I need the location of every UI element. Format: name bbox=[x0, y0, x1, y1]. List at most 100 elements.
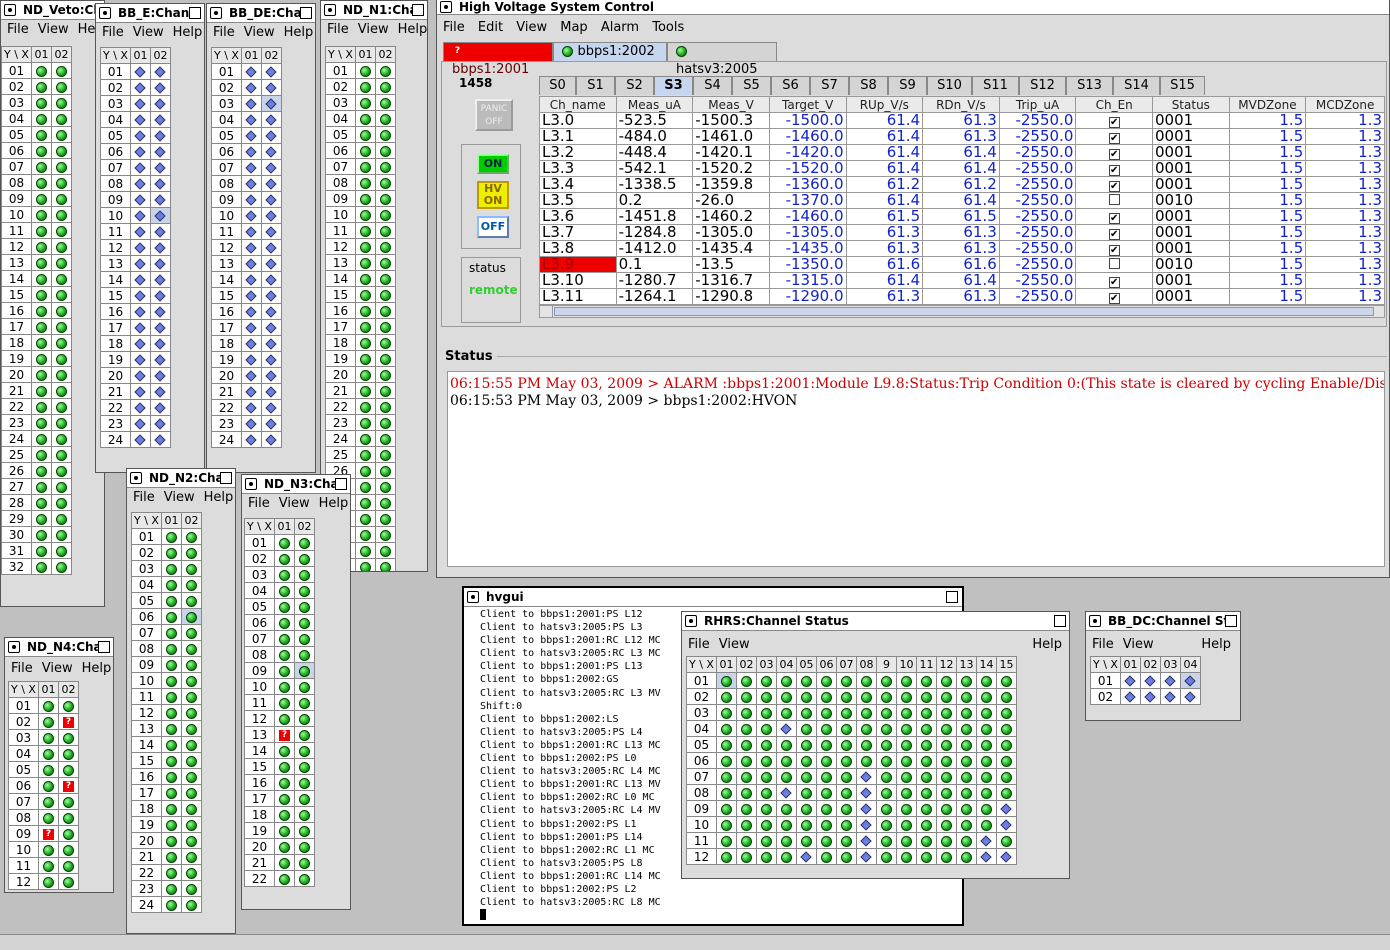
value-cell[interactable]: 0001 bbox=[1152, 272, 1230, 289]
channel-cell[interactable] bbox=[815, 752, 837, 769]
channel-cell[interactable] bbox=[815, 848, 837, 865]
channel-cell[interactable] bbox=[875, 848, 897, 865]
menu-file[interactable]: File bbox=[443, 20, 465, 35]
channel-cell[interactable] bbox=[935, 800, 957, 817]
channel-cell[interactable] bbox=[715, 672, 737, 689]
channel-cell[interactable] bbox=[354, 350, 376, 367]
value-cell[interactable]: -1264.1 bbox=[615, 288, 694, 305]
value-cell[interactable]: -1290.0 bbox=[768, 288, 847, 305]
value-cell[interactable]: -2550.0 bbox=[998, 288, 1077, 305]
channel-cell[interactable] bbox=[180, 544, 202, 561]
channel-cell[interactable] bbox=[815, 688, 837, 705]
channel-cell[interactable] bbox=[129, 207, 151, 224]
value-cell[interactable]: -1370.0 bbox=[768, 192, 847, 209]
channel-cell[interactable] bbox=[374, 446, 396, 463]
channel-cell[interactable] bbox=[293, 614, 315, 631]
channel-cell[interactable] bbox=[374, 302, 396, 319]
value-cell[interactable]: -1435.0 bbox=[768, 240, 847, 257]
enable-checkbox[interactable]: ✔ bbox=[1108, 292, 1120, 304]
channel-cell[interactable] bbox=[975, 752, 997, 769]
channel-name-cell[interactable]: L3.8 bbox=[539, 240, 617, 257]
maximize-icon[interactable] bbox=[1225, 615, 1237, 627]
value-cell[interactable]: -1338.5 bbox=[615, 176, 694, 193]
tab-bbps1-2002[interactable]: bbps1:2002 bbox=[553, 42, 667, 61]
channel-row[interactable]: L3.2 -448.4 -1420.1 -1420.0 61.4 61.4 -2550.0 ✔… bbox=[539, 144, 1385, 161]
channel-cell[interactable] bbox=[354, 110, 376, 127]
channel-cell[interactable] bbox=[293, 758, 315, 775]
channel-cell[interactable] bbox=[260, 79, 282, 96]
maximize-icon[interactable] bbox=[335, 478, 347, 490]
channel-cell[interactable] bbox=[374, 382, 396, 399]
channel-cell[interactable] bbox=[273, 534, 295, 551]
channel-cell[interactable] bbox=[955, 688, 977, 705]
channel-cell[interactable] bbox=[775, 800, 797, 817]
channel-cell[interactable] bbox=[955, 736, 977, 753]
channel-cell[interactable] bbox=[735, 672, 757, 689]
channel-cell[interactable] bbox=[955, 768, 977, 785]
channel-cell[interactable] bbox=[1159, 672, 1181, 689]
channel-cell[interactable] bbox=[975, 800, 997, 817]
value-cell[interactable]: 1.5 bbox=[1228, 224, 1307, 241]
channel-cell[interactable] bbox=[935, 832, 957, 849]
channel-cell[interactable] bbox=[160, 640, 182, 657]
channel-cell[interactable] bbox=[57, 809, 79, 826]
channel-cell[interactable] bbox=[354, 206, 376, 223]
channel-cell[interactable] bbox=[129, 255, 151, 272]
channel-cell[interactable] bbox=[354, 126, 376, 143]
channel-cell[interactable] bbox=[260, 351, 282, 368]
menu-edit[interactable]: Edit bbox=[478, 20, 503, 35]
channel-row[interactable]: L3.7 -1284.8 -1305.0 -1305.0 61.3 61.3 -2550.0… bbox=[539, 224, 1385, 241]
value-cell[interactable]: -2550.0 bbox=[998, 128, 1077, 145]
value-cell[interactable]: 0001 bbox=[1152, 160, 1230, 177]
channel-cell[interactable] bbox=[180, 592, 202, 609]
channel-cell[interactable] bbox=[374, 286, 396, 303]
channel-cell[interactable] bbox=[57, 841, 79, 858]
channel-cell[interactable] bbox=[57, 745, 79, 762]
channel-cell[interactable] bbox=[755, 672, 777, 689]
menu-file[interactable]: File bbox=[248, 496, 270, 511]
channel-cell[interactable] bbox=[374, 238, 396, 255]
channel-cell[interactable] bbox=[935, 720, 957, 737]
value-cell[interactable]: 61.4 bbox=[845, 112, 924, 129]
channel-enable-cell[interactable]: ✔ bbox=[1075, 128, 1153, 145]
value-cell[interactable]: 61.4 bbox=[845, 192, 924, 209]
channel-cell[interactable] bbox=[1139, 672, 1161, 689]
channel-cell[interactable] bbox=[273, 710, 295, 727]
channel-cell[interactable] bbox=[374, 430, 396, 447]
channel-cell[interactable] bbox=[30, 318, 52, 335]
channel-cell[interactable] bbox=[30, 526, 52, 543]
value-cell[interactable]: 61.4 bbox=[922, 160, 1000, 177]
channel-cell[interactable] bbox=[775, 688, 797, 705]
channel-cell[interactable] bbox=[895, 832, 917, 849]
value-cell[interactable]: 1.5 bbox=[1228, 256, 1307, 273]
channel-enable-cell[interactable]: ✔ bbox=[1075, 240, 1153, 257]
channel-cell[interactable] bbox=[260, 319, 282, 336]
channel-cell[interactable] bbox=[260, 399, 282, 416]
value-cell[interactable]: 1.5 bbox=[1228, 128, 1307, 145]
channel-cell[interactable] bbox=[715, 752, 737, 769]
channel-enable-cell[interactable]: ✔ bbox=[1075, 288, 1153, 305]
channel-cell[interactable] bbox=[895, 672, 917, 689]
window-menu-icon[interactable] bbox=[245, 478, 257, 490]
channel-cell[interactable] bbox=[50, 366, 72, 383]
channel-cell[interactable] bbox=[273, 694, 295, 711]
menu-map[interactable]: Map bbox=[560, 20, 587, 35]
tab-slot-s1[interactable]: S1 bbox=[576, 76, 615, 95]
channel-cell[interactable] bbox=[149, 431, 171, 448]
channel-cell[interactable] bbox=[129, 223, 151, 240]
channel-cell[interactable] bbox=[755, 704, 777, 721]
channel-cell[interactable] bbox=[855, 720, 877, 737]
window-menu-icon[interactable] bbox=[324, 4, 336, 16]
column-header[interactable]: Trip_uA bbox=[998, 96, 1077, 113]
menu-help[interactable]: Help bbox=[1201, 635, 1231, 655]
value-cell[interactable]: -1305.0 bbox=[768, 224, 847, 241]
channel-cell[interactable] bbox=[180, 848, 202, 865]
tab-slot-s3[interactable]: S3 bbox=[654, 76, 693, 95]
channel-cell[interactable] bbox=[835, 704, 857, 721]
value-cell[interactable]: -1520.0 bbox=[768, 160, 847, 177]
channel-cell[interactable] bbox=[160, 752, 182, 769]
channel-cell[interactable] bbox=[374, 510, 396, 527]
channel-cell[interactable] bbox=[30, 78, 52, 95]
channel-cell[interactable] bbox=[374, 478, 396, 495]
channel-cell[interactable] bbox=[855, 784, 877, 801]
